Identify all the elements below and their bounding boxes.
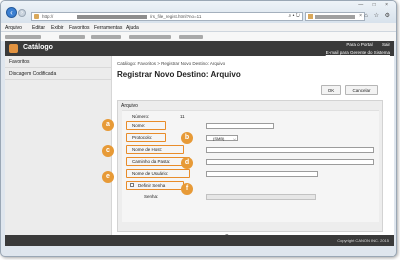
- password-field[interactable]: [206, 194, 316, 200]
- app-header: Catálogo Para o Portal Sair E-mail para …: [5, 41, 394, 56]
- callout-c: c: [102, 145, 114, 157]
- callout-f: f: [181, 183, 193, 195]
- address-bar-controls[interactable]: ⌕ • ↻: [288, 13, 300, 19]
- back-button[interactable]: ‹: [6, 7, 17, 18]
- menu-arquivo[interactable]: Arquivo: [5, 25, 22, 31]
- bookmark-redacted[interactable]: [179, 34, 203, 39]
- host-field[interactable]: [206, 147, 374, 153]
- tab-title-redacted: [315, 15, 355, 19]
- ok-button[interactable]: OK: [321, 85, 341, 95]
- bookmark-redacted[interactable]: [129, 34, 171, 39]
- bookmark-redacted[interactable]: [5, 34, 41, 39]
- password-label: Senha:: [144, 194, 159, 199]
- chevron-down-icon: ⌵: [232, 136, 236, 141]
- bookmark-redacted[interactable]: [91, 34, 121, 39]
- copyright: Copyright CANON INC. 2015: [337, 238, 389, 243]
- host-label: Nome de Host:: [132, 147, 163, 152]
- bookmark-redacted[interactable]: [59, 34, 85, 39]
- window-controls[interactable]: — □ ×: [358, 2, 392, 8]
- menu-favoritos[interactable]: Favoritos: [69, 25, 90, 31]
- browser-tab[interactable]: ×: [305, 12, 365, 21]
- menu-ferramentas[interactable]: Ferramentas: [94, 25, 122, 31]
- browser-menubar: Arquivo Editar Exibir Favoritos Ferramen…: [1, 23, 396, 32]
- callout-e: e: [102, 171, 114, 183]
- address-bar[interactable]: http:// /rs_file_regist.html?no=11 ⌕ • ↻: [31, 12, 303, 21]
- forward-arrow-icon: ›: [21, 10, 23, 16]
- sidebar-item-label: Favoritos: [9, 59, 30, 65]
- callout-b: b: [181, 132, 193, 144]
- url-prefix: http://: [42, 14, 54, 19]
- browser-toolbar-icons[interactable]: ⌂ ☆ ⚙: [364, 12, 392, 19]
- url-redacted-host: [77, 15, 147, 19]
- app-title: Catálogo: [23, 44, 53, 51]
- username-field[interactable]: [206, 171, 318, 177]
- file-settings-panel: Arquivo Número: 11 Nome: Protocolo: (SMB…: [117, 100, 383, 232]
- name-label: Nome:: [132, 123, 146, 128]
- admin-email-link[interactable]: E-mail para Gerente do Sistema: [326, 50, 390, 55]
- forward-button[interactable]: ›: [18, 9, 26, 17]
- menu-editar[interactable]: Editar: [32, 25, 45, 31]
- set-password-checkbox[interactable]: [130, 183, 134, 187]
- protocol-select[interactable]: (SMB) ⌵: [206, 135, 238, 141]
- sidebar: Favoritos Discagem Codificada: [5, 56, 112, 235]
- folder-path-field[interactable]: [206, 159, 374, 165]
- form-area: Número: 11 Nome: Protocolo: (SMB) ⌵ Nome…: [122, 110, 379, 222]
- number-value: 11: [180, 114, 185, 119]
- app-footer: Copyright CANON INC. 2015: [5, 235, 394, 246]
- sidebar-item-label: Discagem Codificada: [9, 71, 57, 77]
- cancel-button[interactable]: Cancelar: [345, 85, 378, 95]
- header-links: Para o Portal Sair E-mail para Gerente d…: [326, 42, 390, 55]
- sidebar-item-favoritos[interactable]: Favoritos: [5, 56, 112, 68]
- logout-link[interactable]: Sair: [382, 42, 390, 47]
- breadcrumb: Catálogo: Favoritos > Registrar Novo Des…: [117, 61, 226, 66]
- browser-statusbar: [5, 246, 394, 256]
- folder-path-label: Caminho da Pasta:: [132, 159, 171, 164]
- username-label: Nome de Usuário:: [132, 171, 169, 176]
- browser-window: ‹ › http:// /rs_file_regist.html?no=11 ⌕…: [0, 0, 397, 257]
- main-content: Catálogo: Favoritos > Registrar Novo Des…: [113, 56, 394, 240]
- name-field[interactable]: [206, 123, 274, 129]
- catalog-logo-icon: [9, 44, 18, 53]
- bookmarks-bar: [1, 32, 396, 41]
- sidebar-item-discagem-codificada[interactable]: Discagem Codificada: [5, 68, 112, 80]
- tab-close-icon[interactable]: ×: [359, 13, 362, 19]
- callout-a: a: [102, 119, 114, 131]
- portal-link[interactable]: Para o Portal: [346, 42, 372, 47]
- address-bar-row: ‹ › http:// /rs_file_regist.html?no=11 ⌕…: [1, 1, 396, 23]
- url-path: /rs_file_regist.html?no=11: [150, 14, 202, 19]
- menu-exibir[interactable]: Exibir: [51, 25, 64, 31]
- web-page: Catálogo Para o Portal Sair E-mail para …: [5, 41, 394, 256]
- set-password-label: Definir Senha: [138, 183, 166, 188]
- section-title: Arquivo: [121, 103, 138, 109]
- protocol-value: (SMB): [213, 136, 225, 141]
- number-label: Número:: [132, 114, 150, 119]
- menu-ajuda[interactable]: Ajuda: [126, 25, 139, 31]
- callout-d: d: [181, 157, 193, 169]
- site-icon: [34, 14, 39, 19]
- tab-site-icon: [308, 14, 313, 19]
- protocol-label: Protocolo:: [132, 135, 153, 140]
- page-title: Registrar Novo Destino: Arquivo: [117, 70, 241, 79]
- back-arrow-icon: ‹: [10, 8, 13, 17]
